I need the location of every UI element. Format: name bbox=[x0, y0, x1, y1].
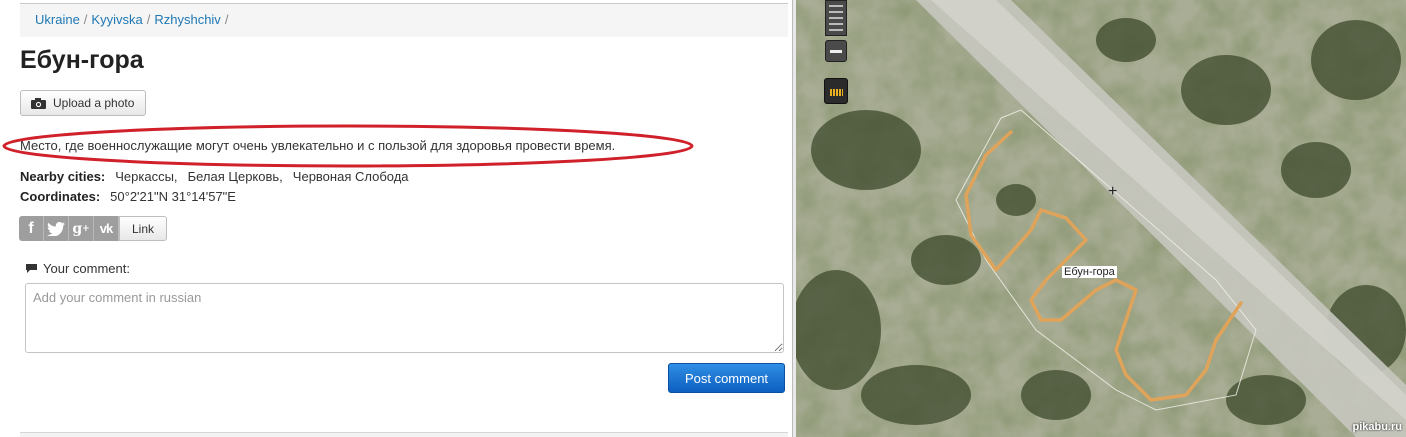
twitter-icon[interactable] bbox=[44, 216, 69, 241]
camera-icon bbox=[31, 97, 46, 109]
place-info-panel: Ukraine / Kyyivska / Rzhyshchiv / Ебун-гора U… bbox=[0, 0, 792, 437]
share-link-button[interactable]: Link bbox=[119, 216, 168, 241]
breadcrumb-item-kyyivska[interactable]: Kyyivska bbox=[91, 12, 142, 27]
section-divider bbox=[20, 432, 788, 437]
nearby-city: Червоная Слобода bbox=[292, 169, 409, 184]
nearby-city: Черкассы, bbox=[115, 169, 178, 184]
google-plus-icon[interactable]: g + bbox=[69, 216, 94, 241]
comment-input[interactable] bbox=[25, 283, 784, 353]
facebook-icon[interactable]: f bbox=[19, 216, 44, 241]
page-title: Ебун-гора bbox=[20, 46, 144, 74]
crosshair-icon: + bbox=[1108, 183, 1118, 200]
coordinates-value: 50°2'21"N 31°14'57"E bbox=[110, 189, 236, 204]
upload-photo-button[interactable]: Upload a photo bbox=[20, 90, 146, 116]
map-place-label[interactable]: Ебун-гора bbox=[1062, 266, 1117, 278]
comment-bubble-icon bbox=[26, 264, 37, 273]
post-comment-button[interactable]: Post comment bbox=[668, 363, 785, 393]
breadcrumb-item-rzhyshchiv[interactable]: Rzhyshchiv bbox=[154, 12, 220, 27]
share-buttons: f g + vk Link bbox=[19, 216, 168, 241]
zoom-slider[interactable] bbox=[825, 0, 847, 36]
coordinates-label: Coordinates: bbox=[20, 189, 101, 204]
vk-icon[interactable]: vk bbox=[94, 216, 119, 241]
satellite-imagery bbox=[796, 0, 1406, 437]
watermark: pikabu.ru bbox=[1352, 421, 1402, 433]
place-description: Место, где военнослужащие могут очень ув… bbox=[20, 138, 616, 153]
comment-label: Your comment: bbox=[26, 261, 130, 276]
comment-label-text: Your comment: bbox=[43, 261, 130, 276]
zoom-out-icon[interactable] bbox=[825, 40, 847, 62]
breadcrumb-separator: / bbox=[146, 12, 151, 27]
nearby-cities-row: Nearby cities: Черкассы, Белая Церковь, Чер… bbox=[20, 169, 409, 184]
coordinates-row: Coordinates: 50°2'21"N 31°14'57"E bbox=[20, 189, 236, 204]
ruler-icon[interactable] bbox=[824, 78, 848, 104]
upload-photo-label: Upload a photo bbox=[53, 96, 135, 110]
nearby-cities-label: Nearby cities: bbox=[20, 169, 106, 184]
breadcrumb-item-ukraine[interactable]: Ukraine bbox=[35, 12, 80, 27]
breadcrumb-separator: / bbox=[83, 12, 88, 27]
satellite-map[interactable]: + Ебун-гора pikabu.ru bbox=[796, 0, 1406, 437]
nearby-city: Белая Церковь, bbox=[187, 169, 283, 184]
breadcrumb: Ukraine / Kyyivska / Rzhyshchiv / bbox=[20, 3, 788, 37]
breadcrumb-separator: / bbox=[224, 12, 229, 27]
